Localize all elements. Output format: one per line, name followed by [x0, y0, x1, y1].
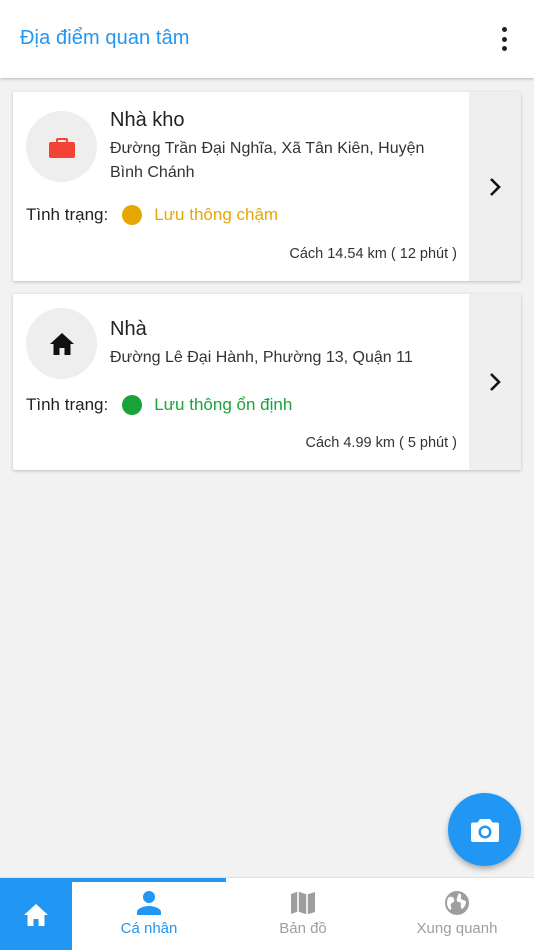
status-dot	[122, 395, 143, 415]
status-row: Tình trạng: Lưu thông chậm	[26, 205, 278, 225]
tab-label: Xung quanh	[416, 920, 498, 937]
chevron-right-icon	[490, 373, 501, 391]
app-header: Địa điểm quan tâm	[0, 0, 534, 78]
status-dot	[122, 205, 143, 225]
home-tab-button[interactable]	[0, 878, 72, 950]
status-label: Tình trạng:	[26, 395, 109, 414]
tab-around[interactable]: Xung quanh	[380, 878, 534, 950]
place-address: Đường Lê Đại Hành, Phường 13, Quận 11	[110, 349, 413, 366]
place-name: Nhà kho	[110, 109, 185, 131]
home-icon	[24, 903, 48, 926]
place-icon-circle	[26, 308, 97, 379]
globe-icon	[445, 891, 469, 915]
more-vert-icon	[501, 27, 507, 32]
distance-text: Cách 14.54 km ( 12 phút )	[289, 246, 457, 262]
status-text: Lưu thông chậm	[154, 205, 279, 224]
place-icon-circle	[26, 111, 97, 182]
place-address: Đường Trần Đại Nghĩa, Xã Tân Kiên, Huyện…	[110, 140, 425, 181]
more-vert-icon-dot	[501, 36, 507, 42]
open-place-button[interactable]	[469, 92, 521, 281]
distance-text: Cách 4.99 km ( 5 phút )	[305, 435, 457, 451]
place-name: Nhà	[110, 318, 147, 340]
status-label: Tình trạng:	[26, 205, 109, 224]
tab-label: Cá nhân	[120, 920, 178, 937]
home-icon	[49, 332, 74, 355]
place-card-warehouse[interactable]: Nhà kho Đường Trần Đại Nghĩa, Xã Tân Kiê…	[13, 92, 521, 281]
page-title: Địa điểm quan tâm	[20, 27, 190, 49]
status-text: Lưu thông ổn định	[154, 395, 293, 414]
tab-map[interactable]: Bản đồ	[226, 878, 380, 950]
person-icon	[137, 891, 161, 915]
chevron-right-icon	[490, 177, 501, 196]
tab-label: Bản đồ	[279, 920, 327, 937]
bottom-navigation: Cá nhân Bản đồ Xung quanh	[0, 877, 534, 950]
map-icon	[291, 891, 315, 915]
camera-icon	[470, 818, 499, 842]
more-options-button[interactable]	[492, 24, 516, 54]
app-root: Địa điểm quan tâm Nhà kho Đường Trần Đại…	[0, 0, 534, 950]
camera-button[interactable]	[448, 793, 521, 866]
status-row: Tình trạng: Lưu thông ổn định	[26, 395, 292, 415]
open-place-button[interactable]	[469, 294, 521, 470]
briefcase-icon	[48, 137, 75, 158]
tab-personal[interactable]: Cá nhân	[72, 878, 226, 950]
place-card-home[interactable]: Nhà Đường Lê Đại Hành, Phường 13, Quận 1…	[13, 294, 521, 470]
more-vert-icon-dot	[501, 46, 507, 51]
